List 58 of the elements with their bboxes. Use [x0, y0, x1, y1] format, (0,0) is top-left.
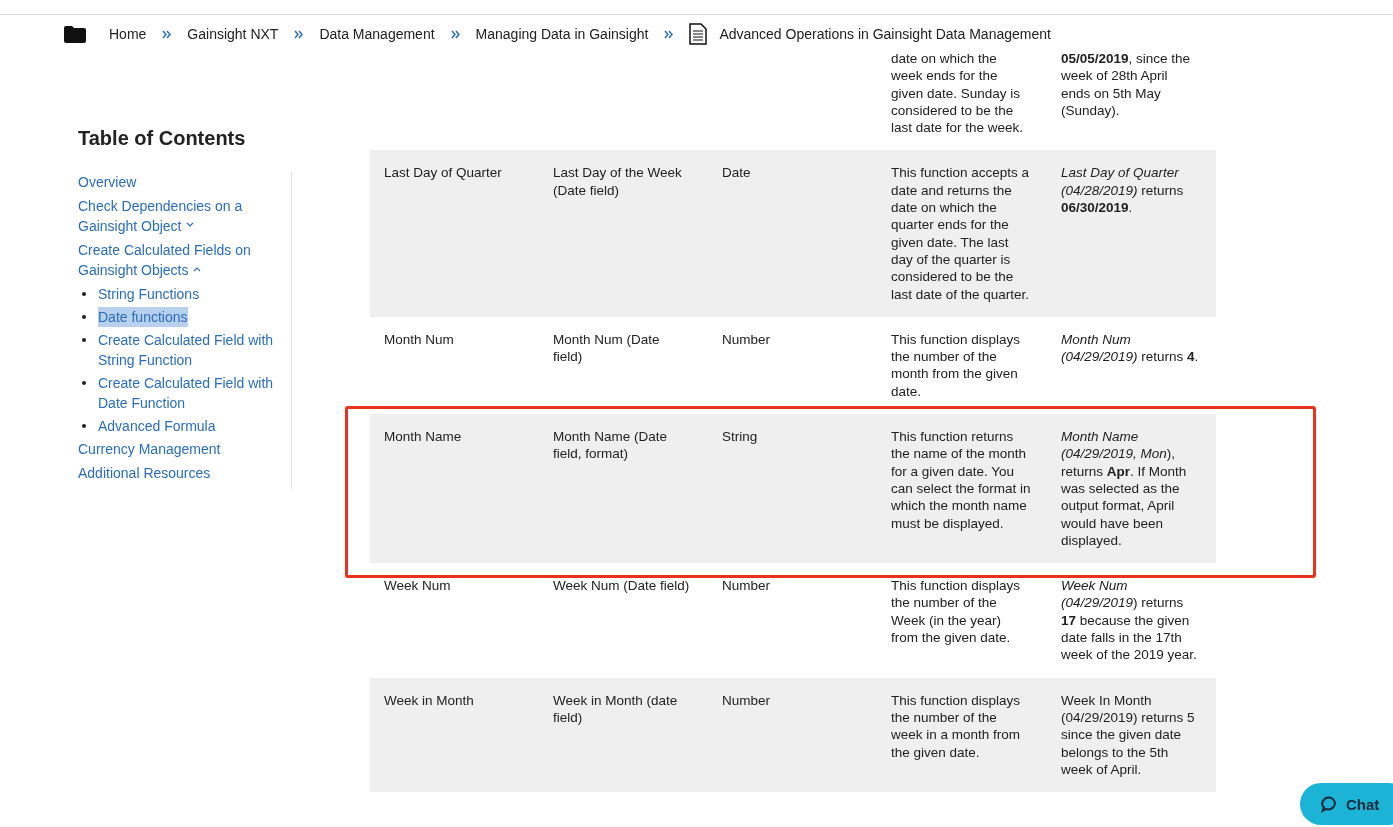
table-cell-text: date on which the week ends for the given date. Sunday is considered to be the last date for the week. — [891, 50, 1025, 137]
toc-link[interactable]: Overview — [78, 172, 137, 192]
table-cell-text: This function displays the number of the week in a month from the given date. — [891, 691, 1022, 762]
table-cell: Date — [722, 165, 751, 181]
table-cell-text: This function displays the number of the Week (in the year) from the given date. — [891, 577, 1022, 647]
separator-icon — [664, 29, 674, 39]
table-cell-text: Week Num (04/29/2019) returns 17 because the given date falls in the 17th week of the 2019 year. — [1061, 577, 1198, 664]
table-cell-text: Month Num (04/29/2019) returns 4. — [1061, 330, 1200, 367]
table-cell: Month Num (Date field) — [553, 331, 660, 365]
bullet-icon — [82, 292, 86, 296]
breadcrumb-current: Advanced Operations in Gainsight Data Management — [719, 26, 1051, 42]
table-cell: Number — [722, 578, 770, 594]
table-cell: Number — [722, 331, 770, 347]
toc-link[interactable]: Create Calculated Field with Date Function — [98, 373, 291, 413]
chat-bubble-icon — [1321, 795, 1338, 813]
table-cell-text: Week In Month (04/29/2019) returns 5 since the given date belongs to the 5th week of April. — [1061, 691, 1196, 779]
table-cell: Month Name (Date field, format) — [553, 429, 668, 462]
bullet-icon — [82, 424, 86, 428]
toc-link[interactable]: Date functions — [98, 307, 188, 327]
toc-link[interactable]: Currency Management — [78, 439, 221, 459]
table-cell: Month Num — [384, 331, 454, 347]
bullet-icon — [82, 338, 86, 342]
toc-link[interactable]: Create Calculated Field with String Function — [98, 330, 291, 370]
table-cell: Week Num (Date field) — [553, 578, 690, 594]
toc-title: Table of Contents — [78, 127, 247, 150]
chevron-icon — [185, 222, 194, 228]
table-cell-text: 05/05/2019, since the week of 28th April ends on 5th May (Sunday). — [1061, 50, 1192, 120]
table-cell-text: Month Name (04/29/2019, Mon), returns Apr. If Month was selected as the output format, April would have been displayed. — [1061, 428, 1188, 550]
separator-icon — [294, 29, 304, 39]
toc-link[interactable]: String Functions — [98, 284, 200, 304]
separator-icon — [162, 29, 172, 39]
table-cell-text: This function returns the name of the month for a given date. You can select the format in which the month name must be displayed. — [891, 428, 1032, 533]
toc-link[interactable]: Check Dependencies on a Gainsight Object — [78, 196, 291, 236]
breadcrumb-link[interactable]: Gainsight NXT — [187, 26, 279, 42]
table-cell: Week Num — [384, 578, 451, 594]
table-cell: Month Name — [384, 429, 462, 445]
toc-link[interactable]: Create Calculated Fields on Gainsight Objects — [78, 240, 291, 280]
table-cell-text: Last Day of Quarter (04/28/2019) returns 06/30/2019. — [1061, 164, 1185, 218]
table-cell: Last Day of the Week (Date field) — [553, 165, 682, 198]
table-cell: Number — [722, 692, 770, 708]
toc-link[interactable]: Advanced Formula — [98, 416, 216, 436]
toc-link[interactable]: Additional Resources — [78, 463, 211, 483]
table-cell: String — [722, 429, 758, 445]
separator-icon — [450, 29, 460, 39]
table-cell: Week in Month (date field) — [553, 692, 678, 725]
chat-button[interactable]: Chat — [1300, 783, 1393, 825]
document-icon — [689, 23, 708, 45]
breadcrumb-link[interactable]: Managing Data in Gainsight — [475, 26, 649, 42]
breadcrumb-link[interactable]: Home — [109, 26, 147, 42]
table-cell-text: This function displays the number of the month from the given date. — [891, 330, 1022, 401]
chevron-icon — [192, 266, 201, 272]
table-cell: Last Day of Quarter — [384, 165, 502, 181]
table-cell: Week in Month — [384, 692, 474, 708]
bullet-icon — [82, 381, 86, 385]
folder-icon — [64, 25, 86, 43]
breadcrumb-link[interactable]: Data Management — [319, 26, 435, 42]
bullet-icon — [82, 315, 86, 319]
table-cell-text: This function accepts a date and returns the date on which the quarter ends for the given date. The last day of the quarter is considered to be the last date of the quarter. — [891, 164, 1031, 303]
